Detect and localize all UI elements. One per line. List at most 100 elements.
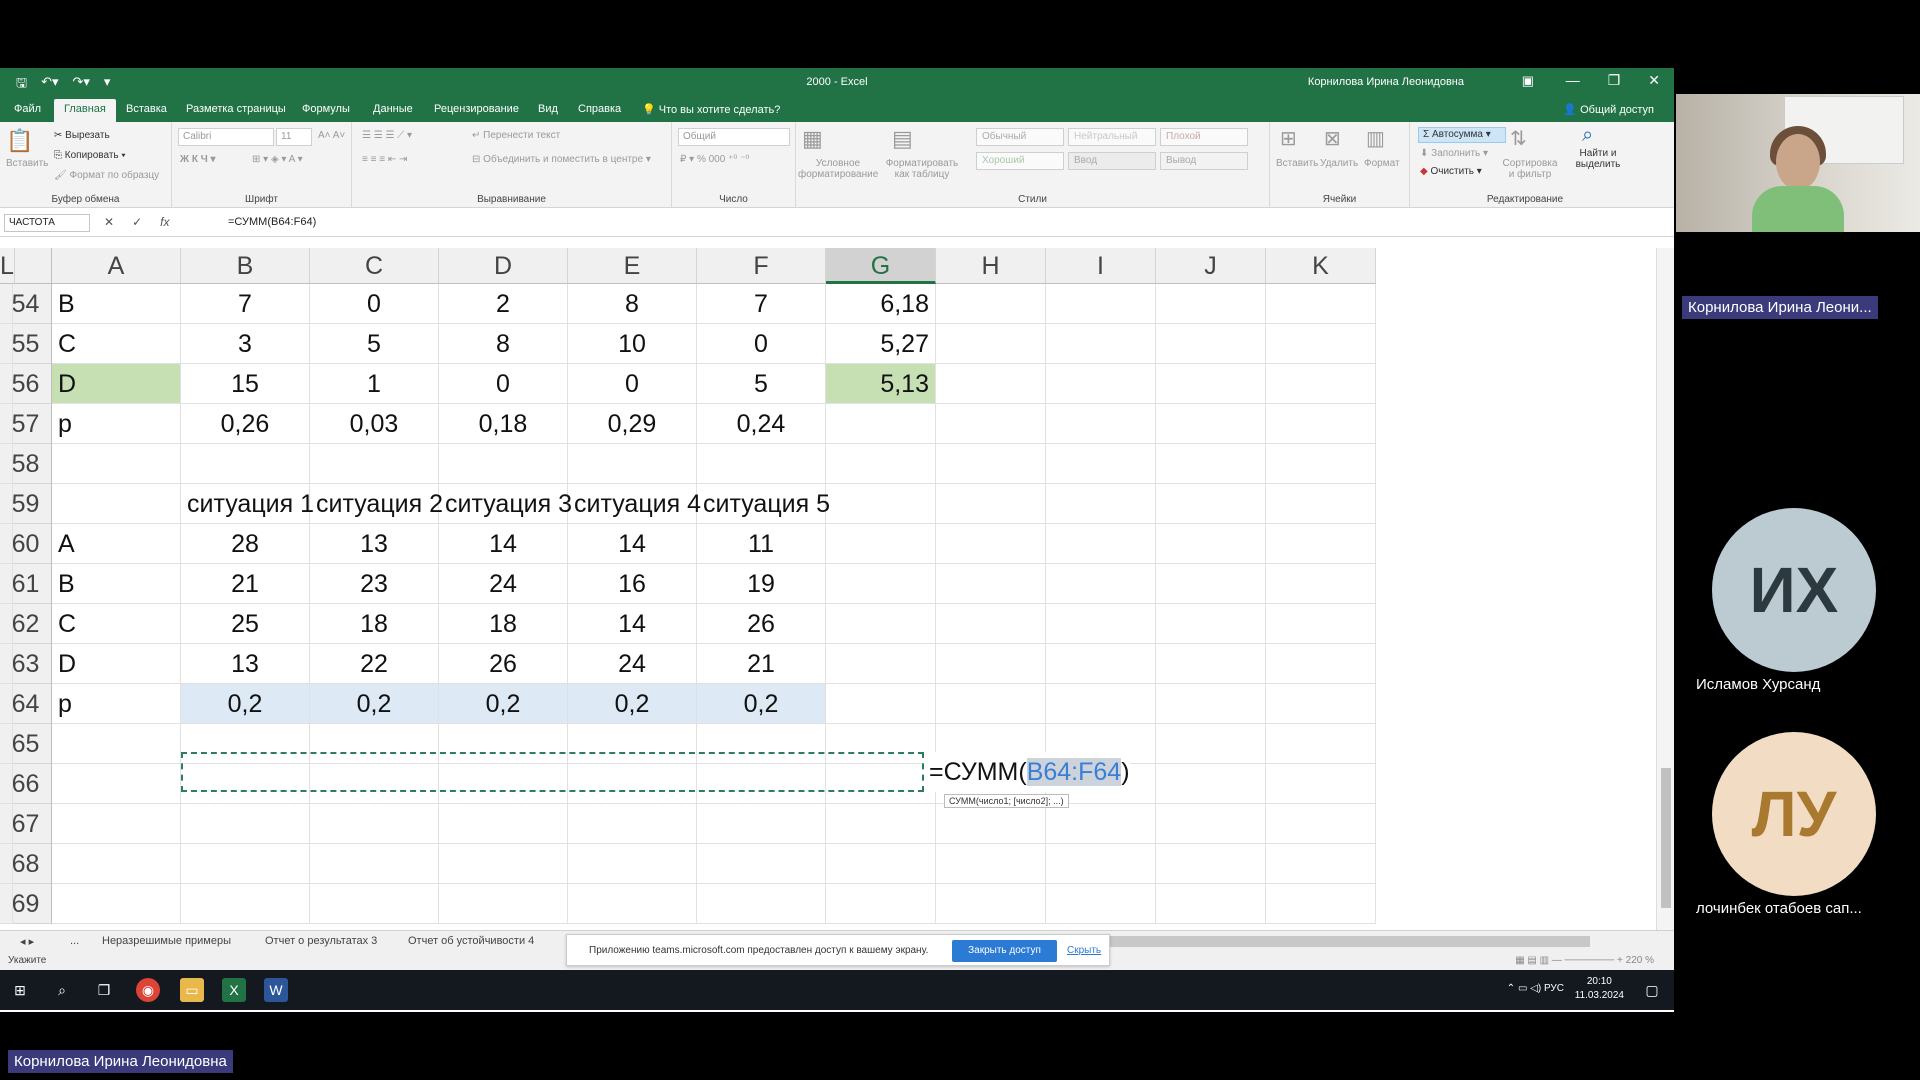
cell[interactable] <box>1266 524 1376 564</box>
cell[interactable] <box>568 444 697 484</box>
cell[interactable]: 5,13 <box>826 364 936 404</box>
cell[interactable] <box>826 524 936 564</box>
column-header-c[interactable]: C <box>310 248 439 284</box>
cell[interactable] <box>1266 564 1376 604</box>
cell[interactable] <box>181 884 310 924</box>
style-output[interactable]: Вывод <box>1160 152 1248 170</box>
cell[interactable]: 7 <box>697 284 826 324</box>
clock[interactable]: 20:10 11.03.2024 <box>1575 975 1624 1003</box>
cell[interactable] <box>52 444 181 484</box>
cell[interactable]: 0,03 <box>310 404 439 444</box>
stop-sharing-button[interactable]: Закрыть доступ <box>952 940 1057 962</box>
cell[interactable] <box>697 444 826 484</box>
word-icon[interactable]: W <box>264 978 288 1002</box>
cell[interactable]: 7 <box>181 284 310 324</box>
cell[interactable] <box>52 844 181 884</box>
cell[interactable] <box>826 604 936 644</box>
cell[interactable] <box>439 804 568 844</box>
zoom-level[interactable]: ▦ ▤ ▥ — ─────── + 220 % <box>1515 955 1654 966</box>
cell[interactable]: 21 <box>181 564 310 604</box>
style-bad[interactable]: Плохой <box>1160 128 1248 146</box>
style-normal[interactable]: Обычный <box>976 128 1064 146</box>
cell[interactable] <box>826 484 936 524</box>
function-tooltip[interactable]: СУММ(число1; [число2]; ...) <box>944 794 1069 808</box>
cell[interactable] <box>1046 804 1156 844</box>
cell[interactable] <box>936 644 1046 684</box>
cell[interactable] <box>1156 364 1266 404</box>
cell[interactable] <box>1046 524 1156 564</box>
cell[interactable] <box>1156 684 1266 724</box>
column-header-g[interactable]: G <box>826 248 936 284</box>
cell[interactable]: 5,27 <box>826 324 936 364</box>
share-button[interactable]: 👤 Общий доступ <box>1563 103 1654 116</box>
cell[interactable]: 19 <box>697 564 826 604</box>
align-top-icon[interactable]: ☰ ☰ ☰ ⟋ ▾ <box>362 130 412 141</box>
cell[interactable]: 3 <box>181 324 310 364</box>
cell[interactable]: B <box>52 564 181 604</box>
cell[interactable] <box>0 884 13 924</box>
cell[interactable] <box>826 444 936 484</box>
tab-view[interactable]: Вид <box>538 103 558 115</box>
tab-page-layout[interactable]: Разметка страницы <box>186 103 286 115</box>
cell[interactable] <box>1156 804 1266 844</box>
format-painter-button[interactable]: 🖌 Формат по образцу <box>54 170 159 181</box>
cell[interactable]: 0,2 <box>439 684 568 724</box>
sheet-tab[interactable]: Отчет об устойчивости 4 <box>408 935 534 947</box>
cell[interactable]: 14 <box>568 604 697 644</box>
cell[interactable] <box>936 604 1046 644</box>
cell[interactable]: 8 <box>439 324 568 364</box>
style-input[interactable]: Ввод <box>1068 152 1156 170</box>
cell[interactable] <box>0 844 13 884</box>
restore-icon[interactable]: ❐ <box>1608 72 1621 89</box>
grow-font-icon[interactable]: A˄ A˅ <box>318 130 345 141</box>
cell[interactable] <box>439 724 568 764</box>
tab-data[interactable]: Данные <box>373 103 413 115</box>
cell[interactable]: ситуация 5 <box>697 484 830 524</box>
cell[interactable] <box>936 324 1046 364</box>
cell[interactable]: 24 <box>568 644 697 684</box>
cell[interactable] <box>826 844 936 884</box>
cell[interactable] <box>181 724 310 764</box>
paste-button[interactable]: Вставить <box>6 158 48 169</box>
insert-cells-icon[interactable]: ⊞ <box>1280 126 1297 151</box>
cell[interactable]: 0 <box>568 364 697 404</box>
hide-banner-link[interactable]: Скрыть <box>1067 945 1101 956</box>
cell[interactable]: 0 <box>697 324 826 364</box>
search-icon[interactable]: ⌕ <box>50 978 74 1002</box>
sheet-tab[interactable]: Неразрешимые примеры <box>102 935 231 947</box>
cell[interactable]: A <box>52 524 181 564</box>
cell[interactable] <box>181 804 310 844</box>
cell[interactable] <box>936 844 1046 884</box>
cell[interactable] <box>310 764 439 804</box>
cell[interactable] <box>1156 284 1266 324</box>
autosum-button[interactable]: Σ Автосумма ▾ <box>1418 127 1506 143</box>
cell[interactable] <box>1046 564 1156 604</box>
cell[interactable] <box>568 844 697 884</box>
cell[interactable] <box>439 444 568 484</box>
cell[interactable]: 8 <box>568 284 697 324</box>
cell[interactable]: 18 <box>310 604 439 644</box>
task-view-icon[interactable]: ❐ <box>92 978 116 1002</box>
cell[interactable]: 0,2 <box>181 684 310 724</box>
cell[interactable]: 6,18 <box>826 284 936 324</box>
cell[interactable]: ситуация 1 <box>181 484 314 524</box>
cell[interactable]: 21 <box>697 644 826 684</box>
cell[interactable]: 16 <box>568 564 697 604</box>
insert-cells-button[interactable]: Вставить <box>1276 158 1318 169</box>
chrome-icon[interactable]: ◉ <box>136 978 160 1002</box>
vertical-scrollbar[interactable] <box>1656 248 1674 930</box>
scroll-thumb[interactable] <box>1661 768 1671 908</box>
close-icon[interactable]: ✕ <box>1648 72 1660 89</box>
cell[interactable] <box>1046 884 1156 924</box>
find-select-button[interactable]: Найти и выделить <box>1568 148 1628 170</box>
cell[interactable] <box>0 684 13 724</box>
cell[interactable] <box>1046 844 1156 884</box>
cell[interactable] <box>1156 444 1266 484</box>
format-table-icon[interactable]: ▤ <box>892 126 913 152</box>
cell[interactable]: D <box>52 644 181 684</box>
cell[interactable] <box>1046 484 1156 524</box>
cell[interactable] <box>936 364 1046 404</box>
delete-cells-button[interactable]: Удалить <box>1320 158 1358 169</box>
tab-file[interactable]: Файл <box>14 103 41 115</box>
cell[interactable]: 14 <box>439 524 568 564</box>
